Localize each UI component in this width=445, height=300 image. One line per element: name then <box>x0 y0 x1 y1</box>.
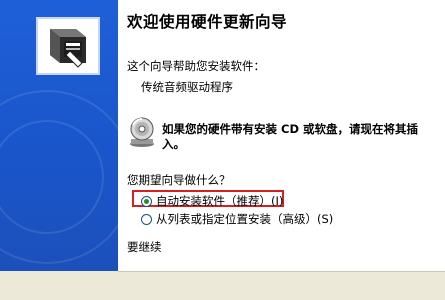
device-name: 传统音频驱动程序 <box>141 80 233 94</box>
radio-auto-install[interactable] <box>141 195 152 207</box>
option-auto-install-label: 自动安装软件（推荐） <box>156 194 271 208</box>
option-advanced-install[interactable]: 从列表或指定位置安装（高级） (S) <box>141 211 333 227</box>
intro-text: 这个向导帮助您安装软件： <box>127 59 265 73</box>
wizard-sidebar <box>0 0 134 299</box>
option-auto-install[interactable]: 自动安装软件（推荐） (I) <box>141 193 283 209</box>
option-auto-install-shortcut: (I) <box>271 194 284 208</box>
continue-hint: 要继续 <box>127 240 162 254</box>
hardware-wizard-icon <box>36 17 100 75</box>
radio-advanced-install[interactable] <box>141 213 152 225</box>
sidebar-footer <box>0 271 118 299</box>
wizard-title: 欢迎使用硬件更新向导 <box>127 13 288 31</box>
cd-prompt: 如果您的硬件带有安装 CD 或软盘，请现在将其插入。 <box>162 122 418 151</box>
cd-disc-icon <box>130 117 154 147</box>
option-advanced-install-label: 从列表或指定位置安装（高级） <box>156 212 317 226</box>
option-advanced-install-shortcut: (S) <box>317 212 334 226</box>
question-text: 您期望向导做什么？ <box>127 173 231 187</box>
